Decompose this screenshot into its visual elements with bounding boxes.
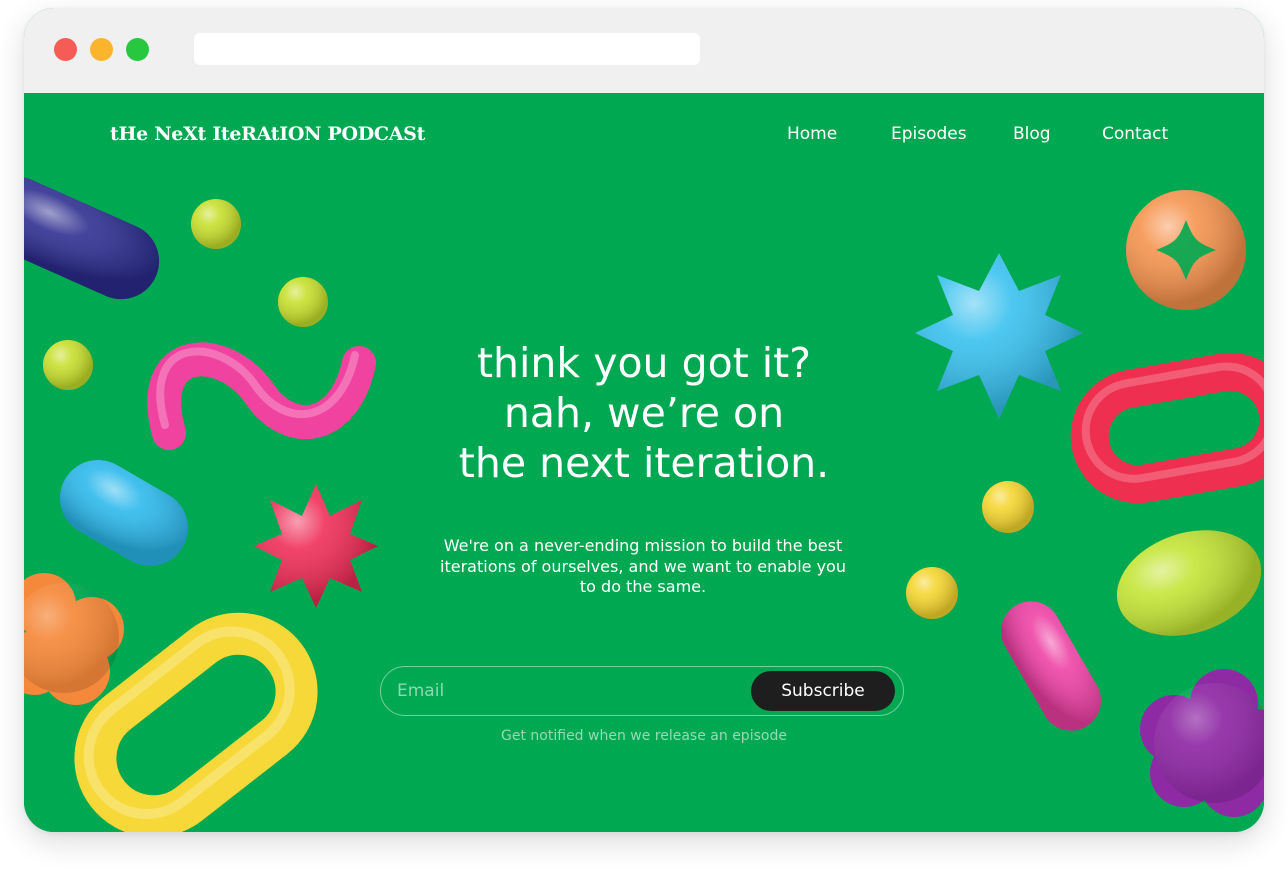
email-input[interactable]	[397, 667, 737, 715]
headline-line-2: nah, we’re on	[503, 389, 785, 437]
cyan-capsule-shape	[60, 460, 188, 566]
navy-capsule-shape	[24, 176, 160, 300]
yellow-ball-shape	[906, 481, 1034, 619]
orange-flower-shape	[24, 573, 124, 705]
landing-page: tHe NeXt IteRAtION PODCASt Home Episodes…	[24, 93, 1264, 832]
headline-line-1: think you got it?	[476, 339, 812, 387]
pink-squiggle-shape	[147, 342, 376, 450]
nav-episodes-link[interactable]: Episodes	[891, 124, 967, 144]
hero-headline: think you got it? nah, we’re on the next…	[344, 338, 944, 488]
purple-flower-shape	[1140, 669, 1264, 817]
nav-blog-link[interactable]: Blog	[1013, 124, 1051, 144]
podcast-logo[interactable]: tHe NeXt IteRAtION PODCASt	[110, 123, 425, 145]
lime-bean-shape	[1116, 530, 1262, 636]
hero-subtext: We're on a never-ending mission to build…	[440, 536, 846, 596]
maximize-window-button[interactable]	[126, 38, 149, 61]
red-star-shape	[254, 484, 378, 608]
close-window-button[interactable]	[54, 38, 77, 61]
browser-chrome	[24, 8, 1264, 93]
headline-line-3: the next iteration.	[458, 439, 830, 487]
nav-contact-link[interactable]: Contact	[1102, 124, 1168, 144]
address-bar[interactable]	[194, 33, 700, 65]
subscribe-button[interactable]: Subscribe	[751, 671, 895, 711]
browser-window: tHe NeXt IteRAtION PODCASt Home Episodes…	[24, 8, 1264, 832]
orange-button-shape	[1126, 190, 1246, 310]
nav-home-link[interactable]: Home	[787, 124, 837, 144]
subscribe-note: Get notified when we release an episode	[501, 728, 787, 744]
red-ring-shape	[1070, 352, 1264, 504]
pink-capsule-shape	[1001, 601, 1101, 731]
subscribe-form: Subscribe	[380, 666, 904, 716]
minimize-window-button[interactable]	[90, 38, 113, 61]
